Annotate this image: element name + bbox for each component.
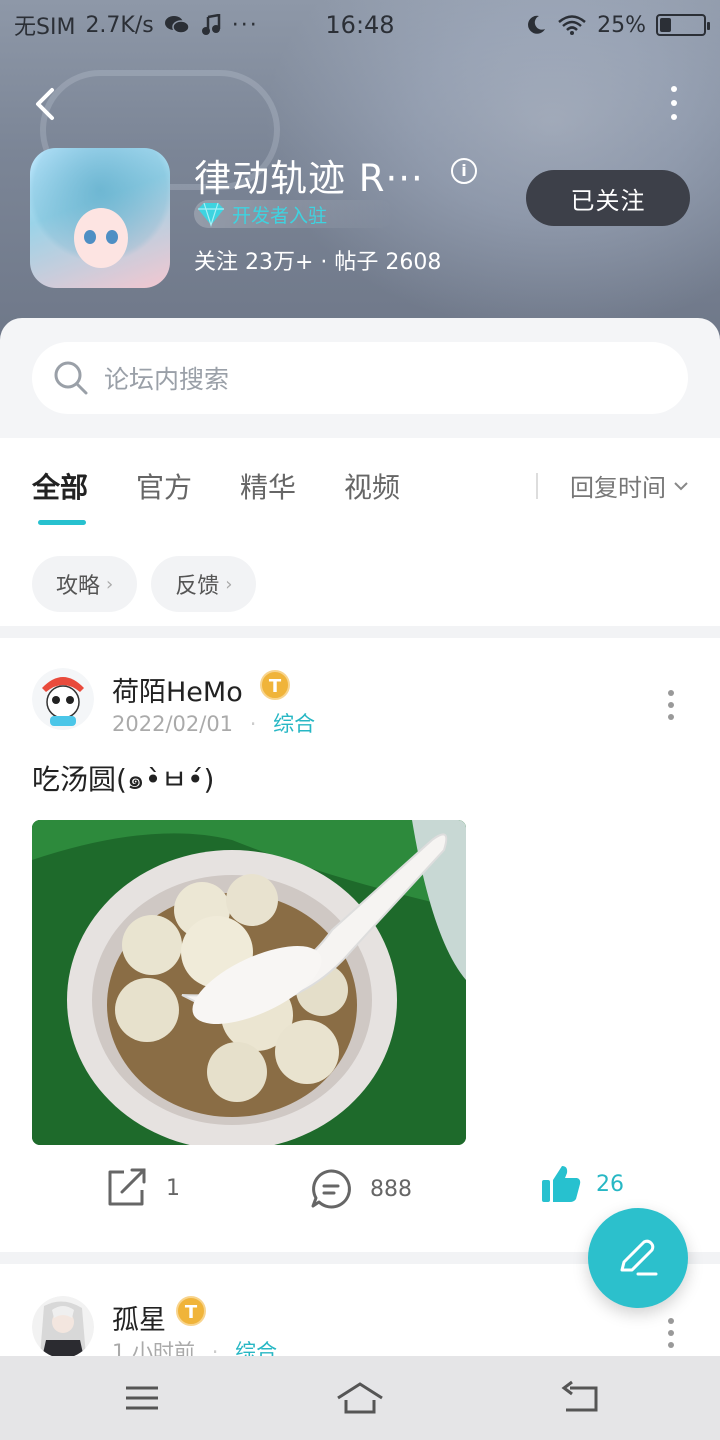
level-badge: T [260, 670, 290, 700]
avatar[interactable] [32, 668, 94, 730]
back-arrow-icon[interactable] [26, 84, 66, 124]
home-icon[interactable] [336, 1380, 384, 1416]
category-chips: 攻略 › 反馈 › [32, 556, 257, 612]
sort-label: 回复时间 [570, 474, 666, 502]
status-bar: 无SIM 2.7K/s ··· 16:48 25% [0, 0, 720, 50]
level-badge: T [176, 1296, 206, 1326]
diamond-icon [198, 202, 224, 227]
tab-bar: 全部 官方 精华 视频 [32, 466, 448, 525]
post-image[interactable] [32, 820, 466, 1145]
compose-post-button[interactable] [588, 1208, 688, 1308]
avatar[interactable] [32, 1296, 94, 1358]
comment-button[interactable]: 888 [310, 1168, 412, 1210]
post-card[interactable]: 荷陌HeMo T 2022/02/01 · 综合 吃汤圆(๑•̀ㅂ•́) 1 8… [0, 638, 720, 1252]
clock: 16:48 [325, 11, 395, 39]
chevron-right-icon: › [225, 573, 233, 595]
forum-title: 律动轨迹 R··· [194, 157, 424, 200]
info-icon[interactable]: i [451, 158, 477, 184]
post-text: 吃汤圆(๑•̀ㅂ•́) [32, 763, 215, 796]
share-button[interactable]: 1 [106, 1168, 180, 1208]
tab-section: 全部 官方 精华 视频 回复时间 攻略 › 反馈 › [0, 438, 720, 626]
post-date: 2022/02/01 [112, 712, 234, 736]
forum-stats: 关注 23万+ · 帖子 2608 [194, 250, 442, 275]
menu-icon[interactable] [122, 1380, 162, 1416]
post-author[interactable]: 孤星 [112, 1298, 166, 1337]
tab-video[interactable]: 视频 [344, 466, 400, 506]
forum-header: 无SIM 2.7K/s ··· 16:48 25% 律动轨迹 R··· i 开发… [0, 0, 720, 340]
more-options-icon[interactable] [668, 86, 680, 120]
forum-app-icon [30, 148, 170, 288]
post-meta: 2022/02/01 · 综合 [112, 712, 316, 736]
chip-label: 反馈 [175, 574, 220, 599]
thumbs-up-icon [542, 1166, 581, 1202]
tab-official[interactable]: 官方 [136, 466, 192, 506]
chip-guide[interactable]: 攻略 › [32, 556, 138, 612]
share-icon [108, 1168, 146, 1206]
post-author[interactable]: 荷陌HeMo [112, 670, 243, 709]
post-category[interactable]: 综合 [273, 712, 315, 736]
sort-divider [536, 472, 538, 499]
search-input[interactable]: 论坛内搜索 [32, 342, 688, 414]
like-button[interactable]: 26 [540, 1164, 624, 1204]
post-more-icon[interactable] [668, 1318, 676, 1354]
post-more-icon[interactable] [668, 690, 676, 726]
chevron-right-icon: › [106, 573, 114, 595]
battery-icon [656, 14, 710, 36]
developer-badge-label: 开发者入驻 [232, 204, 328, 227]
system-nav-bar [0, 1356, 720, 1440]
share-count: 1 [166, 1175, 180, 1201]
battery-fill [660, 18, 671, 32]
comment-icon [311, 1169, 351, 1209]
search-placeholder: 论坛内搜索 [104, 365, 230, 394]
sort-dropdown[interactable]: 回复时间 [536, 468, 690, 503]
follow-button[interactable]: 已关注 [526, 170, 690, 226]
search-icon [54, 361, 88, 395]
tab-featured[interactable]: 精华 [240, 466, 296, 506]
chevron-down-icon [674, 481, 688, 490]
comment-count: 888 [370, 1176, 412, 1202]
developer-badge[interactable]: 开发者入驻 [194, 200, 394, 228]
like-count: 26 [596, 1171, 624, 1197]
search-sheet: 论坛内搜索 [0, 318, 720, 438]
chip-feedback[interactable]: 反馈 › [151, 556, 257, 612]
back-nav-icon[interactable] [560, 1380, 600, 1416]
chip-label: 攻略 [56, 574, 101, 599]
tab-all[interactable]: 全部 [32, 466, 88, 525]
pen-icon [620, 1239, 658, 1276]
